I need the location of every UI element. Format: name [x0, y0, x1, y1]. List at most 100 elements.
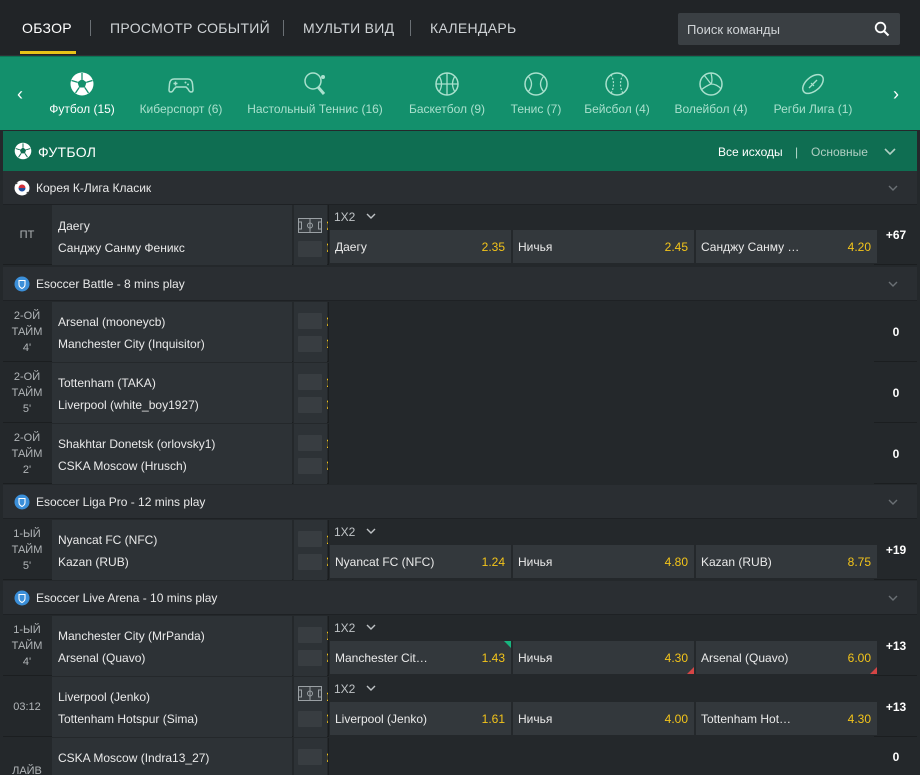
filter-all-outcomes[interactable]: Все исходы	[718, 145, 783, 159]
away-team: Tottenham Hotspur (Sima)	[58, 712, 199, 726]
sport-esports[interactable]: Киберспорт (6)	[134, 57, 228, 131]
chevron-down-icon[interactable]	[887, 592, 899, 604]
odd-button-draw[interactable]: Ничья 4.80	[513, 545, 694, 578]
event-teams[interactable]: Manchester City (MrPanda) 1 Arsenal (Qua…	[52, 616, 332, 676]
sport-tennis[interactable]: Тенис (7)	[506, 57, 566, 131]
event-teams[interactable]: Liverpool (Jenko) 1 Tottenham Hotspur (S…	[52, 677, 332, 737]
league-header[interactable]: Esoccer Live Arena - 10 mins play	[3, 581, 917, 615]
odd-button-away[interactable]: Arsenal (Quavo) 6.00	[696, 641, 877, 674]
market-type[interactable]: 1X2	[334, 682, 355, 696]
nav-separator	[410, 20, 411, 36]
event-row: 2-ОЙТАЙМ4' Arsenal (mooneycb) 0 Manchest…	[3, 302, 917, 362]
basketball-icon	[435, 72, 459, 96]
carousel-prev-button[interactable]: ‹	[13, 85, 27, 103]
gamepad-icon	[168, 78, 194, 93]
event-stats	[293, 302, 327, 362]
esoccer-shield-icon	[14, 590, 30, 606]
league-header[interactable]: Esoccer Liga Pro - 12 mins play	[3, 485, 917, 519]
odd-button-away[interactable]: Tottenham Hot… 4.30	[696, 702, 877, 735]
odd-button-home[interactable]: Manchester Cit… 1.43	[330, 641, 511, 674]
event-teams[interactable]: CSKA Moscow (Indra13_27) 0	[52, 738, 332, 775]
nav-tab-events[interactable]: ПРОСМОТР СОБЫТИЙ	[110, 20, 270, 36]
league-name: Esoccer Battle - 8 mins play	[36, 277, 185, 291]
stat-box	[298, 531, 322, 547]
odds-up-indicator	[504, 641, 511, 648]
top-navigation: ОБЗОР ПРОСМОТР СОБЫТИЙ МУЛЬТИ ВИД КАЛЕНД…	[0, 0, 920, 56]
event-row: 1-ЫЙТАЙМ4' Manchester City (MrPanda) 1 A…	[3, 616, 917, 676]
more-markets-button[interactable]: +67	[875, 205, 917, 265]
league-name: Esoccer Liga Pro - 12 mins play	[36, 495, 206, 509]
stat-box	[298, 336, 322, 352]
sport-label: Бейсбол (4)	[584, 102, 650, 116]
more-markets-button[interactable]: +13	[875, 616, 917, 676]
event-teams[interactable]: Tottenham (TAKA) 1 Liverpool (white_boy1…	[52, 363, 332, 423]
home-team: Tottenham (TAKA)	[58, 376, 156, 390]
odd-button-draw[interactable]: Ничья 4.30	[513, 641, 694, 674]
market-type[interactable]: 1X2	[334, 525, 355, 539]
nav-tab-overview[interactable]: ОБЗОР	[22, 20, 72, 36]
filter-main-outcomes[interactable]: Основные	[811, 145, 868, 159]
nav-tab-calendar[interactable]: КАЛЕНДАРЬ	[430, 20, 516, 36]
more-markets-button[interactable]: +13	[875, 677, 917, 737]
sport-baseball[interactable]: Бейсбол (4)	[580, 57, 654, 131]
odd-button-home[interactable]: Nyancat FC (NFC) 1.24	[330, 545, 511, 578]
league-name: Корея К-Лига Класик	[36, 181, 152, 195]
event-time: 1-ЫЙ ТАЙМ 5'	[11, 528, 43, 572]
market-type[interactable]: 1X2	[334, 621, 355, 635]
home-team: Nyancat FC (NFC)	[58, 533, 158, 547]
odd-button-home[interactable]: Liverpool (Jenko) 1.61	[330, 702, 511, 735]
market-type[interactable]: 1X2	[334, 210, 355, 224]
league-header[interactable]: Корея К-Лига Класик	[3, 171, 917, 205]
event-teams[interactable]: Arsenal (mooneycb) 0 Manchester City (In…	[52, 302, 332, 362]
event-markets: 1X2 Nyancat FC (NFC) 1.24 Ничья 4.80 Kazan…	[328, 520, 877, 580]
more-markets-button[interactable]: +19	[875, 520, 917, 580]
chevron-down-icon[interactable]	[366, 211, 376, 221]
odd-button-draw[interactable]: Ничья 2.45	[513, 230, 694, 263]
match-field-icon[interactable]	[298, 686, 322, 701]
event-markets	[328, 363, 874, 423]
match-field-icon[interactable]	[298, 218, 322, 233]
sports-carousel: ‹ Футбол (15) Киберспорт (6) Настольный …	[0, 56, 920, 130]
more-markets-button[interactable]: 0	[875, 363, 917, 423]
more-markets-button[interactable]: 0	[875, 302, 917, 362]
event-teams[interactable]: Nyancat FC (NFC) 1 Kazan (RUB) 0	[52, 520, 332, 580]
sport-volleyball[interactable]: Волейбол (4)	[668, 57, 754, 131]
chevron-down-icon[interactable]	[887, 278, 899, 290]
event-markets	[328, 302, 874, 362]
carousel-next-button[interactable]: ›	[889, 85, 903, 103]
odd-button-away[interactable]: Kazan (RUB) 8.75	[696, 545, 877, 578]
event-row: 1-ЫЙТАЙМ5' Nyancat FC (NFC) 1 Kazan (RUB…	[3, 520, 917, 580]
event-teams[interactable]: Даегу 0 Санджу Санму Феникс 0	[52, 205, 332, 265]
search-input[interactable]	[678, 13, 868, 45]
chevron-down-icon[interactable]	[366, 683, 376, 693]
chevron-down-icon[interactable]	[887, 182, 899, 194]
more-markets-button[interactable]: 0	[875, 738, 917, 775]
event-time: 1-ЫЙ ТАЙМ 4'	[11, 624, 43, 668]
nav-separator	[283, 20, 284, 36]
chevron-down-icon[interactable]	[887, 496, 899, 508]
chevron-down-icon[interactable]	[883, 144, 897, 158]
league-header[interactable]: Esoccer Battle - 8 mins play	[3, 267, 917, 301]
nav-tab-multiview[interactable]: МУЛЬТИ ВИД	[303, 20, 394, 36]
odd-button-away[interactable]: Санджу Санму … 4.20	[696, 230, 877, 263]
sport-basketball[interactable]: Баскетбол (9)	[404, 57, 490, 131]
chevron-down-icon[interactable]	[366, 622, 376, 632]
odd-button-home[interactable]: Даегу 2.35	[330, 230, 511, 263]
soccer-ball-icon	[14, 142, 32, 160]
event-stats	[293, 616, 327, 676]
odd-button-draw[interactable]: Ничья 4.00	[513, 702, 694, 735]
chevron-down-icon[interactable]	[366, 526, 376, 536]
rugby-ball-icon	[802, 73, 824, 95]
nav-active-underline	[20, 51, 76, 54]
event-time: 03:12	[13, 701, 41, 713]
stat-box	[298, 650, 322, 666]
search-box	[678, 13, 900, 45]
sport-football[interactable]: Футбол (15)	[44, 57, 120, 131]
away-team: Manchester City (Inquisitor)	[58, 337, 205, 351]
event-markets	[328, 424, 874, 484]
sport-rugby-league[interactable]: Регби Лига (1)	[768, 57, 858, 131]
sport-table-tennis[interactable]: Настольный Теннис (16)	[242, 57, 388, 131]
event-teams[interactable]: Shakhtar Donetsk (orlovsky1) 1 CSKA Mosc…	[52, 424, 332, 484]
search-icon[interactable]	[874, 21, 890, 37]
more-markets-button[interactable]: 0	[875, 424, 917, 484]
